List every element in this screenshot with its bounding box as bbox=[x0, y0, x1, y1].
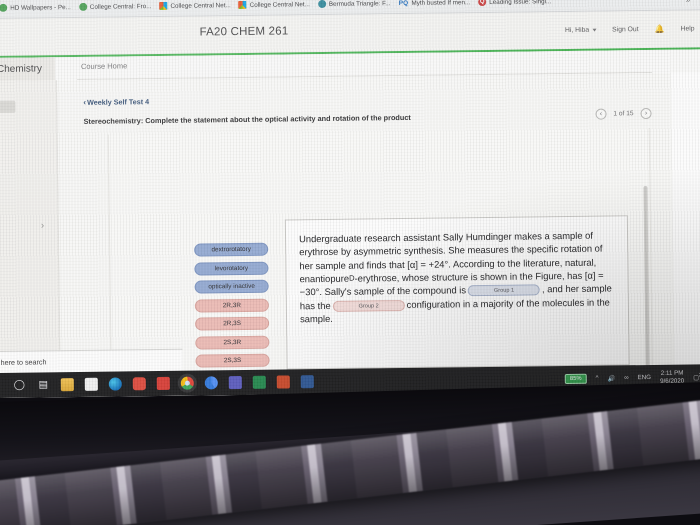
file-explorer-icon[interactable] bbox=[60, 378, 74, 392]
language-indicator[interactable]: ENG bbox=[638, 374, 652, 381]
sidebar-collapsed-item[interactable] bbox=[0, 100, 16, 113]
question-prompt: Undergraduate research assistant Sally H… bbox=[284, 215, 630, 370]
next-question-button[interactable]: › bbox=[640, 107, 652, 120]
red-app-icon[interactable] bbox=[156, 376, 170, 391]
search-circle-icon[interactable]: ◯ bbox=[13, 379, 26, 392]
quora-icon: Q bbox=[478, 0, 487, 7]
laptop-photo: ...tent/course.html?courseId=15975722&He… bbox=[0, 0, 700, 525]
chevron-right-icon[interactable]: › bbox=[41, 220, 44, 231]
answer-chip-dextrorotatory[interactable]: dextrorotatory bbox=[194, 242, 269, 257]
laptop-screen: ...tent/course.html?courseId=15975722&He… bbox=[0, 0, 700, 398]
browser-tab[interactable]: HD Wallpapers - Pe... bbox=[0, 3, 76, 12]
browser-tab-label: HD Wallpapers - Pe... bbox=[10, 3, 71, 12]
sign-out-link[interactable]: Sign Out bbox=[612, 26, 639, 33]
browser-tab-label: Myth busted If men... bbox=[411, 0, 471, 7]
answer-chip-2r3s[interactable]: 2R,3S bbox=[195, 316, 270, 331]
chevron-left-icon: ‹ bbox=[83, 97, 87, 107]
microsoft-icon bbox=[238, 0, 247, 10]
brand-label: Chemistry bbox=[0, 57, 56, 81]
browser-tab[interactable]: College Central: Fro... bbox=[76, 2, 157, 11]
browser-tab[interactable]: Bermuda Triangle: F... bbox=[315, 0, 396, 9]
chrome-window-icon[interactable] bbox=[204, 376, 218, 390]
vertical-scrollbar[interactable] bbox=[643, 186, 650, 377]
help-link[interactable]: Help bbox=[681, 25, 695, 32]
answer-choice-bank: dextrorotatory levorotatory optically in… bbox=[194, 242, 270, 368]
question-counter: 1 of 15 bbox=[613, 110, 634, 118]
header-actions: Hi, Hiba Sign Out 🔔 Help bbox=[565, 24, 695, 35]
back-to-test-link[interactable]: ‹Weekly Self Test 4 bbox=[83, 97, 149, 107]
firefox-icon[interactable] bbox=[132, 377, 146, 391]
taskbar-apps: ◯ ▤ bbox=[0, 375, 314, 392]
globe-icon bbox=[0, 3, 8, 12]
chevron-down-icon bbox=[592, 28, 597, 32]
excel-icon[interactable] bbox=[252, 375, 266, 389]
question-card: dextrorotatory levorotatory optically in… bbox=[107, 127, 653, 397]
powerpoint-icon[interactable] bbox=[276, 375, 290, 389]
back-link-label: Weekly Self Test 4 bbox=[86, 97, 150, 107]
answer-chip-2s3s[interactable]: 2S,3S bbox=[195, 353, 270, 368]
browser-tab[interactable]: College Central Net... bbox=[236, 0, 315, 10]
microsoft-icon bbox=[159, 1, 168, 10]
volume-icon[interactable]: 🔊 bbox=[607, 374, 615, 382]
microsoft-edge-icon[interactable] bbox=[108, 377, 122, 391]
question-pager: ‹ 1 of 15 › bbox=[595, 107, 652, 120]
action-center-icon[interactable]: ▢27 bbox=[693, 372, 700, 381]
answer-chip-levorotatory[interactable]: levorotatory bbox=[194, 261, 269, 276]
browser-tab-label: Leading Issue: Singl... bbox=[489, 0, 552, 6]
browser-tab-label: College Central Net... bbox=[249, 0, 310, 9]
page-title: FA20 CHEM 261 bbox=[199, 25, 289, 39]
dropzone-group-1[interactable]: Group 1 bbox=[467, 284, 541, 297]
browser-tab[interactable]: College Central Net... bbox=[156, 1, 235, 10]
globe-icon bbox=[78, 2, 87, 11]
task-view-icon[interactable]: ▤ bbox=[37, 378, 50, 391]
answer-chip-2s3r[interactable]: 2S,3R bbox=[195, 335, 270, 350]
pq-icon: PQ bbox=[398, 0, 409, 7]
browser-tab[interactable]: Q Leading Issue: Singl... bbox=[475, 0, 556, 7]
answer-chip-2r3r[interactable]: 2R,3R bbox=[194, 298, 269, 313]
battery-indicator[interactable]: 85% bbox=[564, 373, 587, 384]
word-icon[interactable] bbox=[300, 375, 314, 389]
teal-circle-icon bbox=[317, 0, 326, 9]
browser-tab-label: College Central: Fro... bbox=[89, 2, 152, 11]
question-title: Stereochemistry: Complete the statement … bbox=[83, 112, 411, 126]
windows-search-bar[interactable]: here to search bbox=[0, 348, 183, 373]
clock-time: 2:11 PM bbox=[660, 369, 684, 377]
network-icon[interactable]: ∞ bbox=[624, 374, 629, 381]
answer-chip-optically-inactive[interactable]: optically inactive bbox=[194, 279, 269, 294]
notification-bell-icon[interactable]: 🔔 bbox=[655, 25, 665, 34]
user-menu[interactable]: Hi, Hiba bbox=[565, 27, 597, 34]
microsoft-store-icon[interactable] bbox=[84, 377, 98, 391]
microsoft-teams-icon[interactable] bbox=[228, 376, 242, 390]
browser-tab-label: Bermuda Triangle: F... bbox=[328, 0, 391, 8]
browser-tab[interactable]: PQ Myth busted If men... bbox=[395, 0, 475, 7]
tab-overflow-button[interactable]: » bbox=[686, 0, 691, 4]
tab-course-home[interactable]: Course Home bbox=[81, 61, 127, 71]
prev-question-button[interactable]: ‹ bbox=[595, 108, 607, 120]
dropzone-group-2[interactable]: Group 2 bbox=[332, 299, 405, 312]
search-placeholder: here to search bbox=[0, 357, 47, 367]
show-hidden-icons-icon[interactable]: ^ bbox=[596, 375, 599, 382]
browser-tab-label: College Central Net... bbox=[170, 1, 231, 10]
google-chrome-icon[interactable] bbox=[180, 376, 194, 390]
